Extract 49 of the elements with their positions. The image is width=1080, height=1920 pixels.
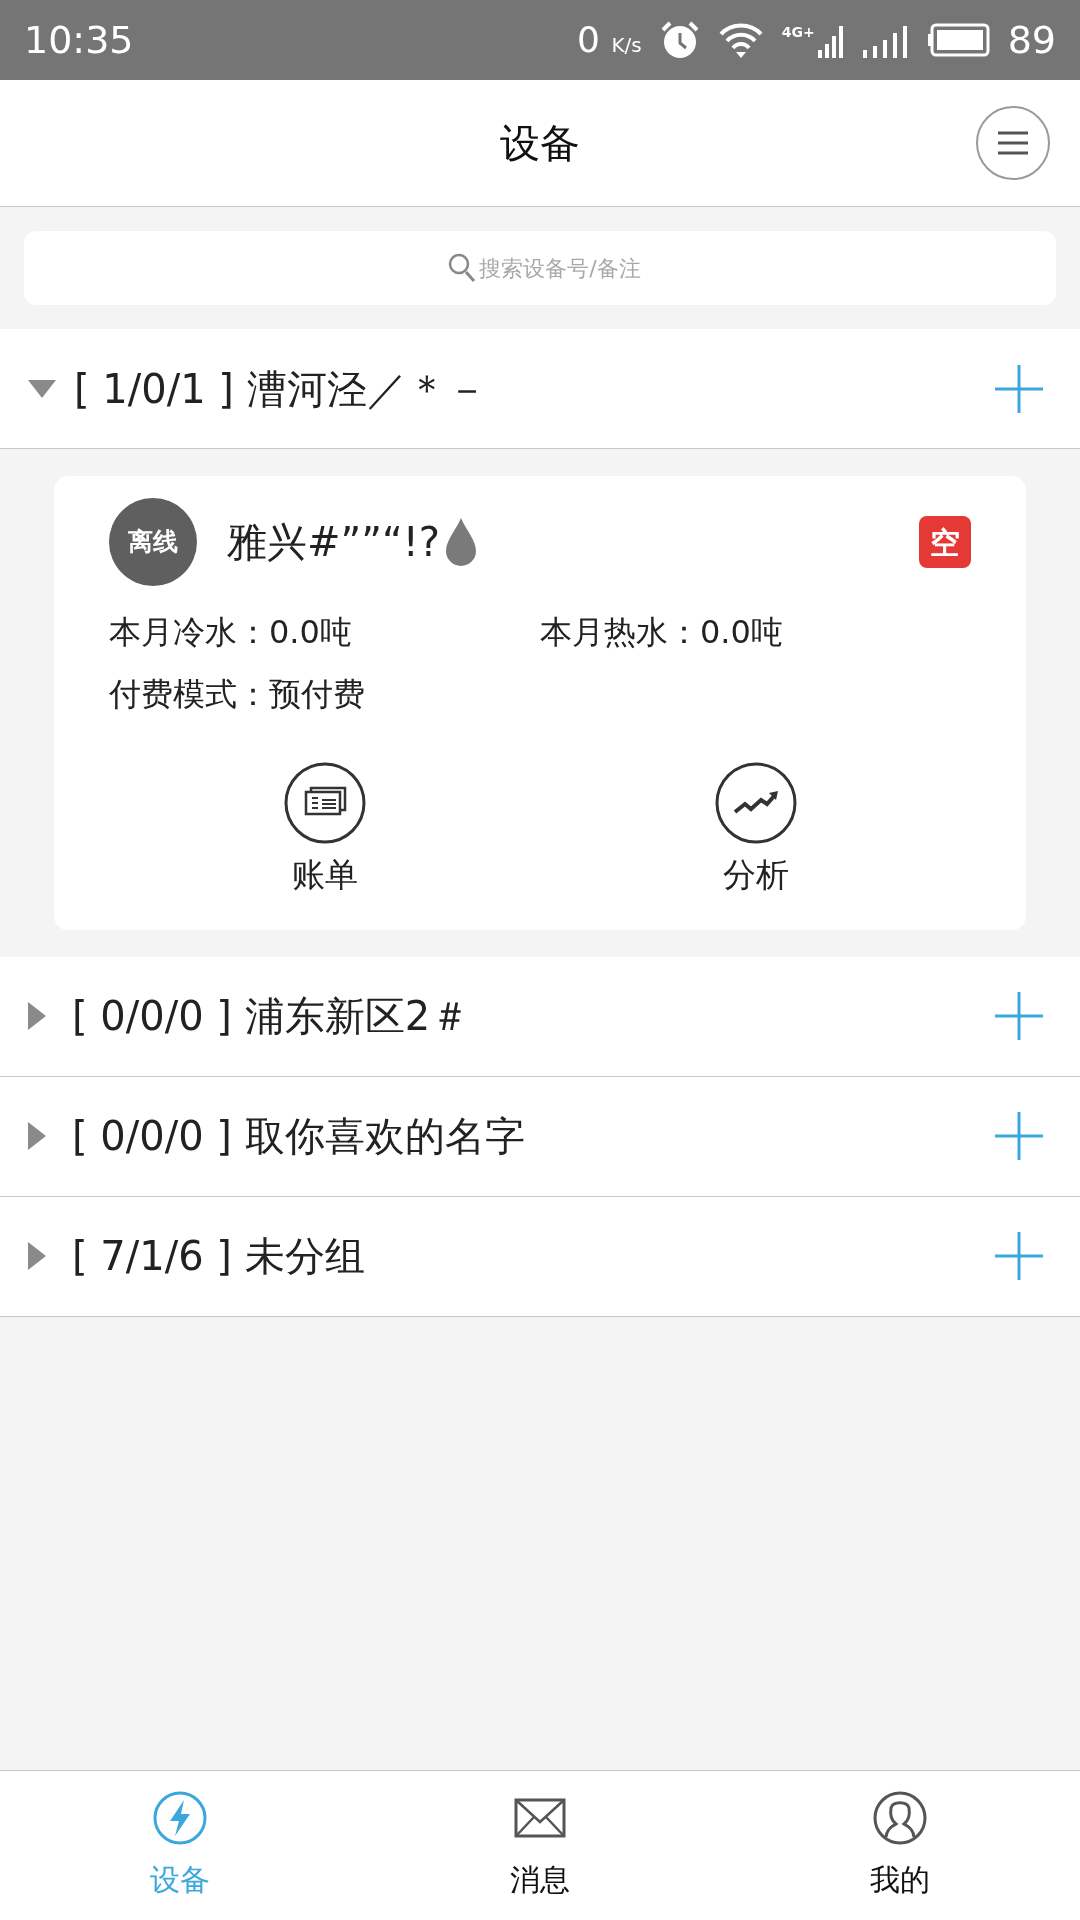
plus-icon xyxy=(995,1112,1043,1160)
network-type: 4G+ xyxy=(781,23,815,42)
trend-chart-icon xyxy=(714,762,797,844)
group-row[interactable]: [ 0/0/0 ] 浦东新区2＃ xyxy=(0,956,1080,1077)
group-name: [ 0/0/0 ] 取你喜欢的名字 xyxy=(72,1112,525,1161)
plus-icon xyxy=(995,992,1043,1040)
group-row[interactable]: [ 7/1/6 ] 未分组 xyxy=(0,1196,1080,1317)
group-name: [ 0/0/0 ] 浦东新区2＃ xyxy=(72,992,471,1041)
info-text: 本月热水：0.0吨 xyxy=(540,612,784,653)
add-button[interactable] xyxy=(994,991,1044,1041)
status-badge: 离线 xyxy=(109,498,197,586)
envelope-icon xyxy=(514,1798,566,1838)
info-text: 付费模式：预付费 xyxy=(109,674,366,715)
page-title: 设备 xyxy=(500,119,580,168)
alarm-icon xyxy=(659,20,700,60)
caret-right-icon xyxy=(28,1002,46,1030)
add-button[interactable] xyxy=(994,1111,1044,1161)
group-row[interactable]: [ 1/0/1 ] 漕河泾／＊－ xyxy=(0,329,1080,449)
plus-icon xyxy=(995,1232,1043,1280)
bill-button[interactable]: 账单 xyxy=(109,762,540,900)
caret-right-icon xyxy=(28,1242,46,1270)
bill-icon xyxy=(283,762,366,844)
nav-tab[interactable]: 我的 xyxy=(720,1771,1080,1920)
nav-tab[interactable]: 消息 xyxy=(360,1771,720,1920)
clock-time: 10:35 xyxy=(24,16,134,64)
add-button[interactable] xyxy=(994,363,1044,414)
plus-icon xyxy=(995,364,1043,413)
battery-level: 89 xyxy=(1007,16,1056,64)
info-text: 本月冷水：0.0吨 xyxy=(109,612,353,653)
battery-icon xyxy=(927,23,990,57)
search-icon xyxy=(448,253,476,283)
person-icon xyxy=(872,1790,928,1846)
menu-icon xyxy=(998,131,1028,155)
device-name: 雅兴#””“!? xyxy=(227,518,440,567)
group-name: [ 1/0/1 ] 漕河泾／＊－ xyxy=(74,364,487,414)
wifi-icon xyxy=(717,21,764,59)
add-button[interactable] xyxy=(994,1231,1044,1281)
water-drop-icon xyxy=(443,516,478,568)
lightning-icon xyxy=(152,1790,208,1846)
group-name: [ 7/1/6 ] 未分组 xyxy=(72,1232,365,1281)
group-row[interactable]: [ 0/0/0 ] 取你喜欢的名字 xyxy=(0,1076,1080,1197)
caret-down-icon xyxy=(28,379,56,398)
caret-right-icon xyxy=(28,1122,46,1150)
menu-button[interactable] xyxy=(976,106,1050,180)
analysis-button[interactable]: 分析 xyxy=(540,762,971,900)
search-field[interactable]: 搜索设备号/备注 xyxy=(24,231,1056,305)
device-card[interactable]: 离线 雅兴#””“!? 空 本月冷水：0.0吨 本月热水：0.0吨 付费模式：预付费 账单 分析 xyxy=(54,476,1026,930)
empty-tag: 空 xyxy=(919,516,971,568)
network-speed: 0 K/s xyxy=(577,18,642,62)
